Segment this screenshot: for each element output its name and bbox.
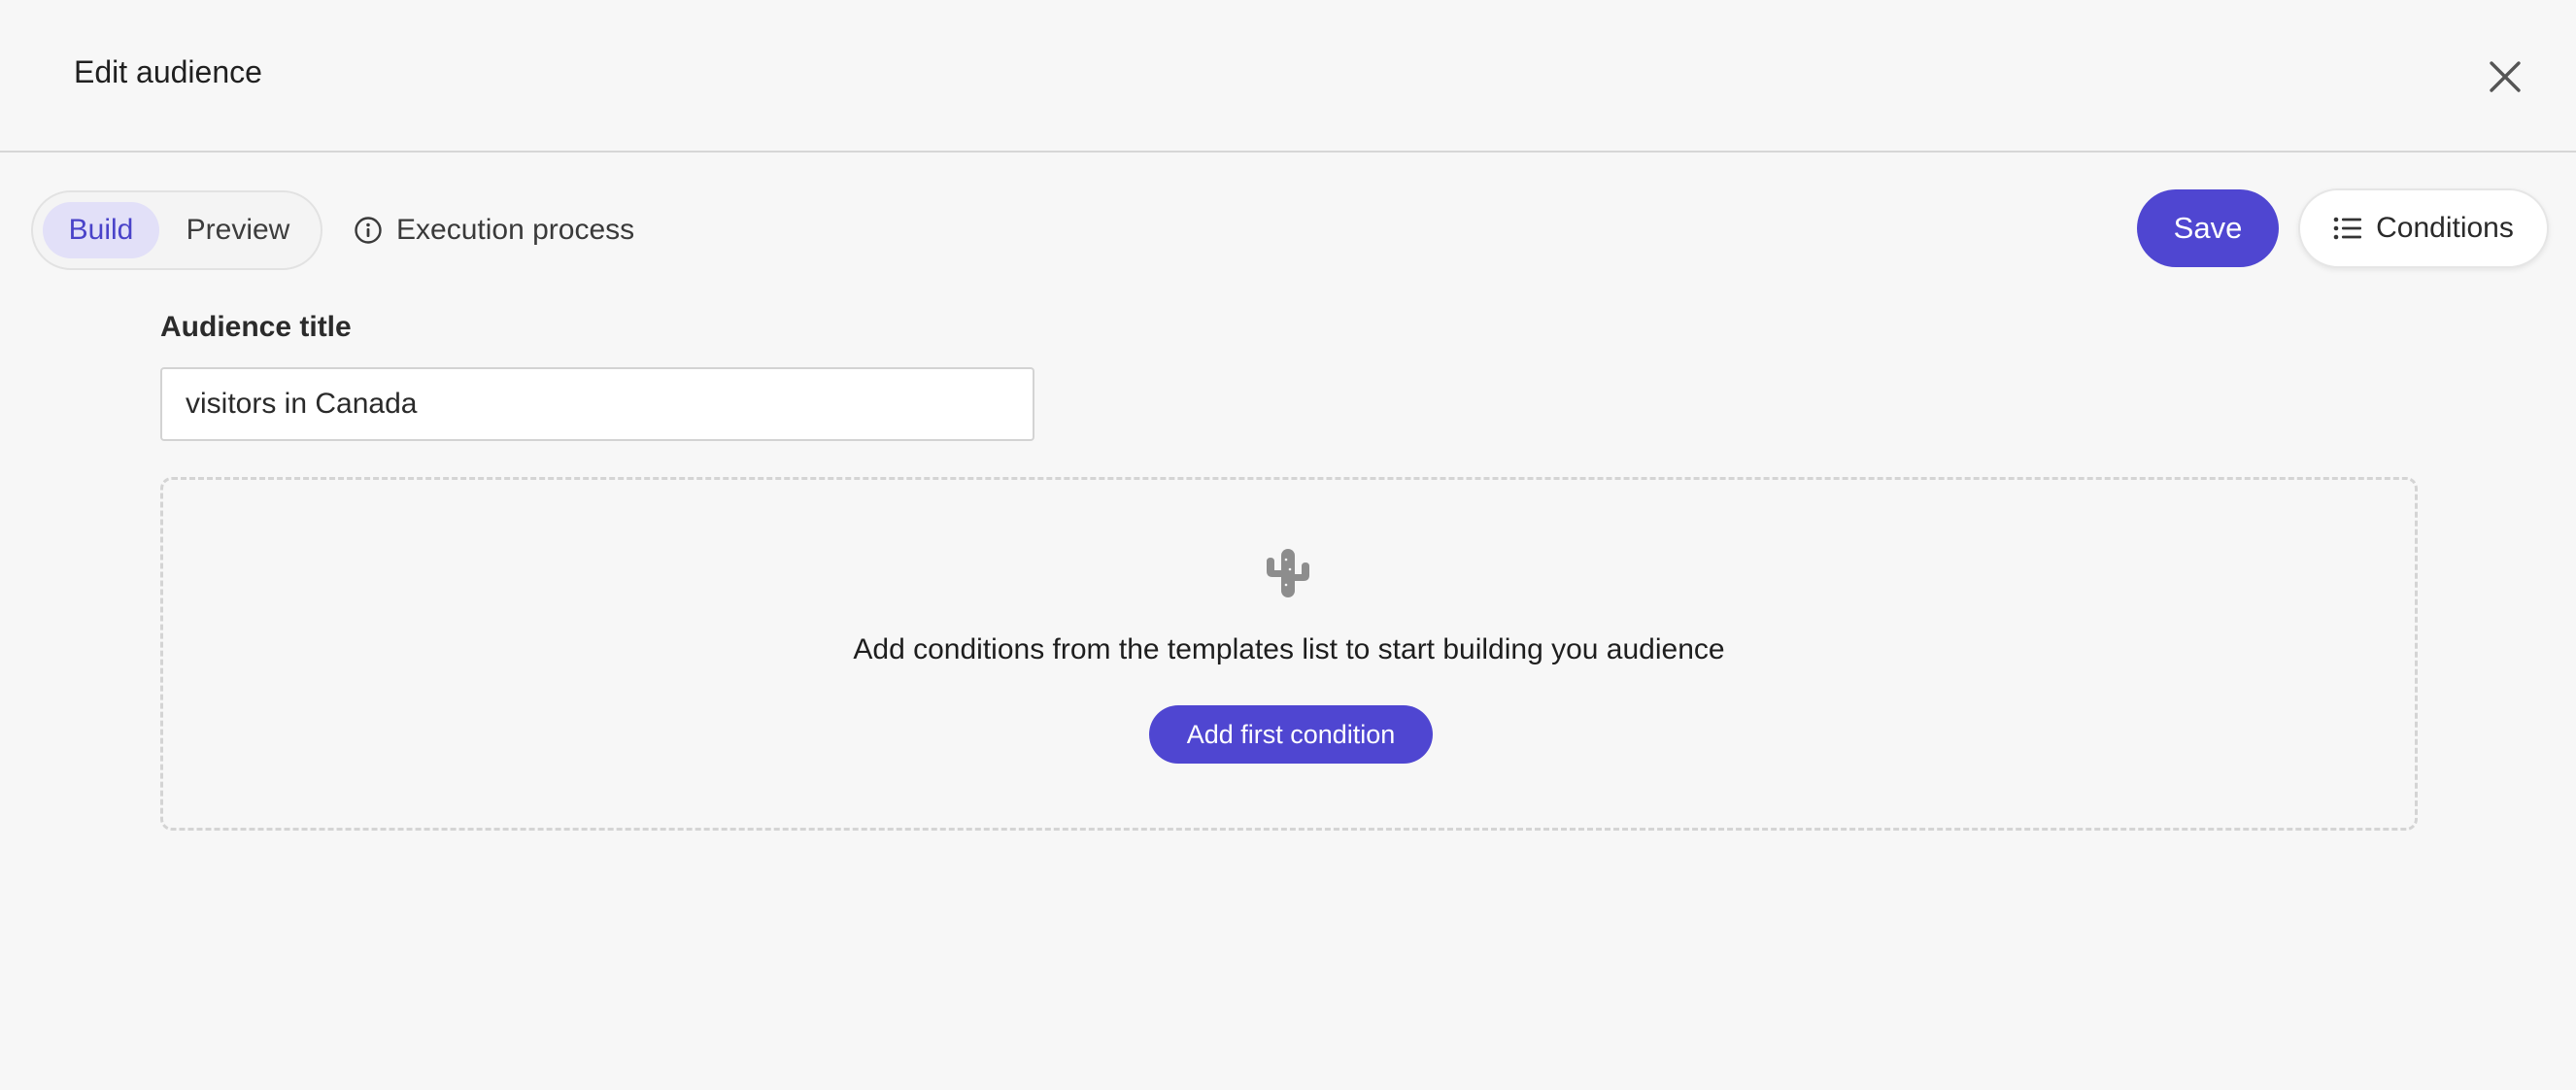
execution-process-link[interactable]: Execution process xyxy=(354,190,634,270)
tab-build[interactable]: Build xyxy=(43,202,159,258)
close-button[interactable] xyxy=(2483,54,2527,99)
save-button[interactable]: Save xyxy=(2137,189,2279,267)
conditions-button[interactable]: Conditions xyxy=(2298,188,2549,268)
list-icon xyxy=(2333,217,2362,240)
dialog-header: Edit audience xyxy=(0,0,2576,153)
conditions-dropzone: Add conditions from the templates list t… xyxy=(160,477,2418,831)
close-icon xyxy=(2490,61,2521,92)
dialog-title: Edit audience xyxy=(74,54,262,89)
info-icon xyxy=(355,217,382,244)
empty-state-message: Add conditions from the templates list t… xyxy=(853,633,1725,665)
view-switcher: Build Preview xyxy=(31,190,322,270)
execution-process-label: Execution process xyxy=(396,214,635,246)
tab-preview[interactable]: Preview xyxy=(169,202,307,258)
audience-title-label: Audience title xyxy=(160,311,352,343)
cactus-icon xyxy=(1267,549,1309,597)
audience-title-input[interactable] xyxy=(160,367,1034,441)
toolbar: Build Preview Execution process Save Con… xyxy=(0,185,2576,272)
conditions-label: Conditions xyxy=(2376,212,2514,244)
add-first-condition-button[interactable]: Add first condition xyxy=(1149,705,1433,764)
